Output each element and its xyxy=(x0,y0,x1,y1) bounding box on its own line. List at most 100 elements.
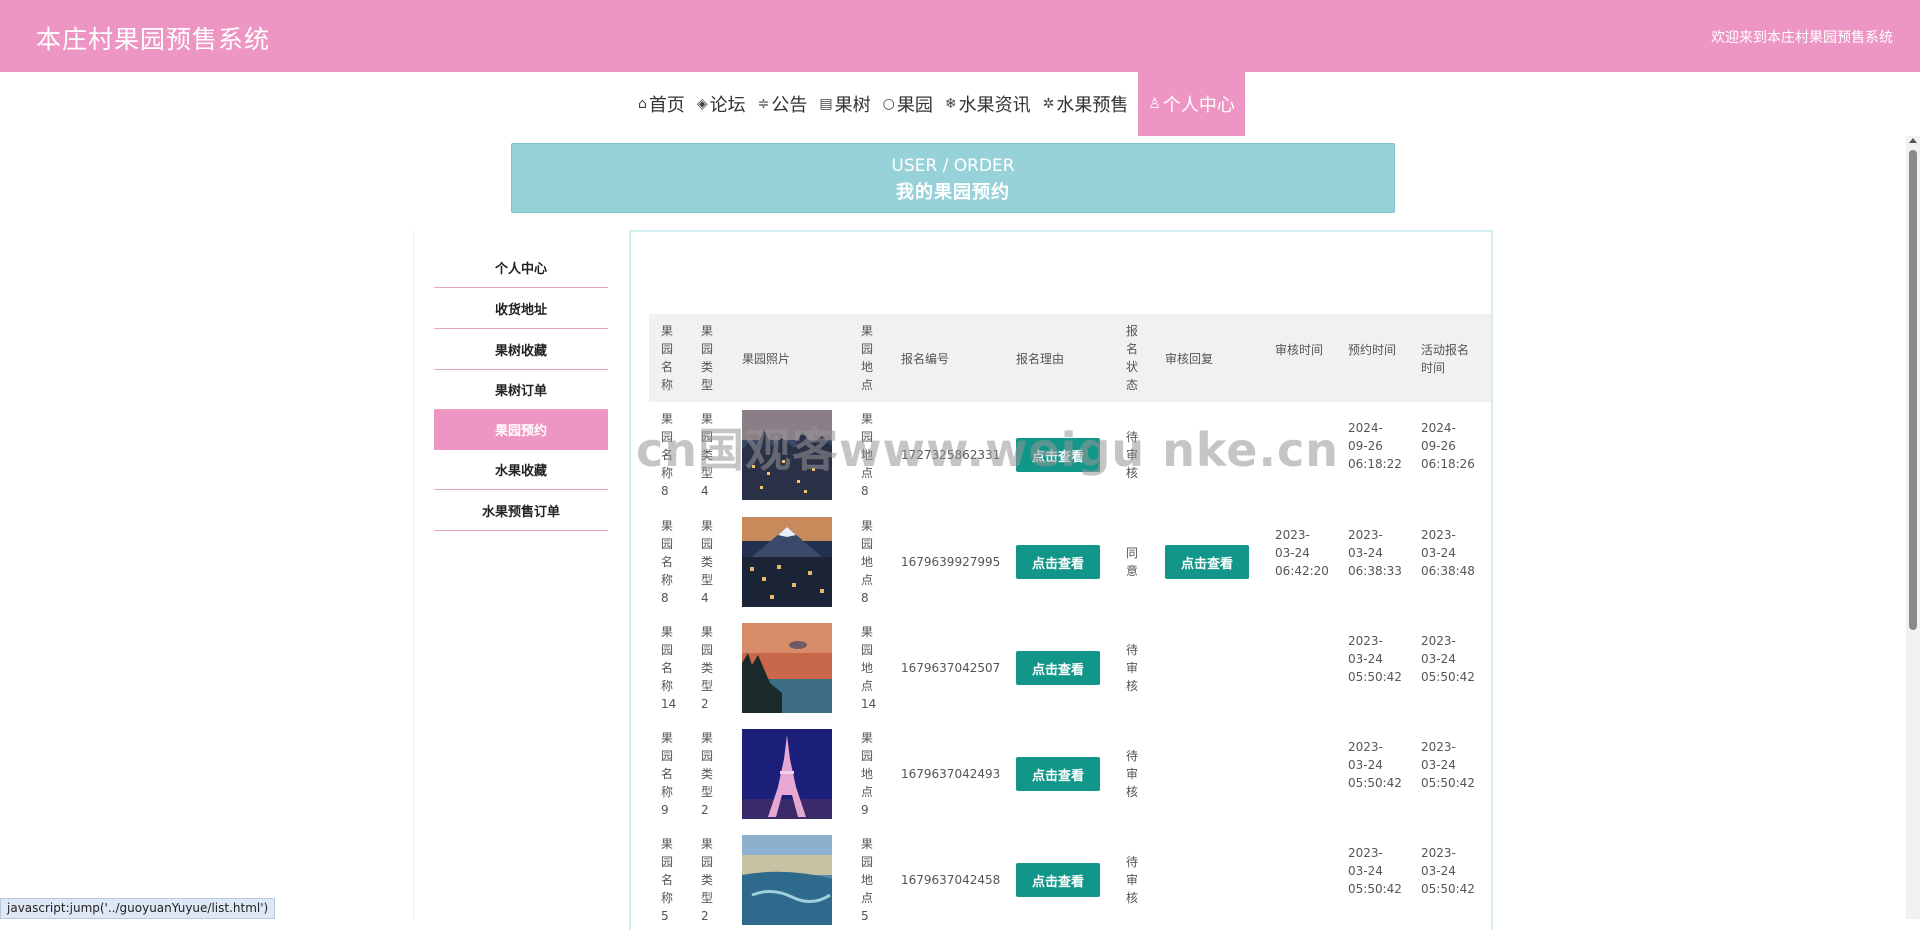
sidebar-item-2[interactable]: 果树收藏 xyxy=(434,330,608,370)
banner-en-title: USER / ORDER xyxy=(891,156,1015,176)
table-row: 果园名称9 果园类型2 果园地点9 1679637042493 待审核 2023-03-2… xyxy=(649,721,1491,827)
view-reason-button[interactable]: 点击查看 xyxy=(1016,863,1100,897)
cell-type: 果园类型2 xyxy=(701,625,714,711)
nav-item-3[interactable]: ▤ 果树 xyxy=(813,72,876,136)
column-header: 果园类型 xyxy=(701,324,714,392)
cell-type: 果园类型2 xyxy=(701,837,714,923)
sidebar-item-0[interactable]: 个人中心 xyxy=(434,248,608,288)
orchard-icon: ○ xyxy=(882,96,895,112)
cell-status: 待审核 xyxy=(1126,643,1139,693)
cell-name: 果园名称14 xyxy=(661,625,677,711)
cell-place: 果园地点14 xyxy=(861,625,877,711)
nav-label: 水果预售 xyxy=(1056,95,1129,116)
sidebar-item-5[interactable]: 水果收藏 xyxy=(434,450,608,490)
cell-type: 果园类型2 xyxy=(701,731,714,817)
nav-label: 个人中心 xyxy=(1162,95,1235,116)
nav-item-4[interactable]: ○ 果园 xyxy=(877,72,939,136)
table-row: 果园名称14 果园类型2 果园地点14 1679637042507 待审核 2023-03… xyxy=(649,615,1491,721)
notice-icon: ≑ xyxy=(757,96,770,112)
cell-act-time: 2023-03-24 05:50:42 xyxy=(1421,634,1475,684)
status-bar-url: javascript:jump('../guoyuanYuyue/list.ht… xyxy=(0,898,276,919)
sidebar-item-4[interactable]: 果园预约 xyxy=(434,410,608,450)
nav-item-1[interactable]: ◈ 论坛 xyxy=(691,72,752,136)
column-header: 果园地点 xyxy=(861,324,874,392)
scrollbar[interactable] xyxy=(1906,136,1920,919)
view-reason-button[interactable]: 点击查看 xyxy=(1016,651,1100,685)
cell-type: 果园类型4 xyxy=(701,519,714,605)
cell-book-time: 2023-03-24 05:50:42 xyxy=(1348,634,1402,684)
cell-place: 果园地点9 xyxy=(861,731,874,817)
nav-label: 公告 xyxy=(771,95,808,116)
home-icon: ⌂ xyxy=(638,96,647,112)
scroll-up-arrow[interactable] xyxy=(1909,138,1917,143)
orchard-photo xyxy=(742,835,832,925)
cell-place: 果园地点5 xyxy=(861,837,874,923)
cell-status: 待审核 xyxy=(1126,749,1139,799)
column-header: 审核回复 xyxy=(1165,352,1214,366)
content-panel: 果园名称 果园类型 果园照片 果园地点 报名编号 报名理由 报名状态 审核回复 审核时间 预约时间… xyxy=(629,230,1493,930)
watermark: cn国观客www.weigu nke.cn xyxy=(636,423,1339,477)
cell-book-time: 2023-03-24 06:38:33 xyxy=(1348,528,1402,578)
column-header: 果园照片 xyxy=(742,352,791,366)
forum-icon: ◈ xyxy=(696,96,708,112)
welcome-text: 欢迎来到本庄村果园预售系统 xyxy=(1711,30,1893,46)
page-banner: USER / ORDER 我的果园预约 xyxy=(511,143,1395,213)
cell-name: 果园名称9 xyxy=(661,731,674,817)
cell-code: 1679637042458 xyxy=(901,873,1001,887)
presale-icon: ✲ xyxy=(1042,96,1055,112)
cell-name: 果园名称8 xyxy=(661,519,674,605)
user-icon: ♙ xyxy=(1148,96,1161,112)
cell-audit-time: 2023-03-24 06:42:20 xyxy=(1275,528,1329,578)
column-header: 报名编号 xyxy=(901,352,950,366)
nav-label: 果树 xyxy=(834,95,871,116)
nav-item-7[interactable]: ♙ 个人中心 xyxy=(1138,72,1245,136)
cell-code: 1679637042493 xyxy=(901,767,1001,781)
nav-item-0[interactable]: ⌂ 首页 xyxy=(632,72,691,136)
column-header: 预约时间 xyxy=(1348,343,1397,357)
sidebar-item-3[interactable]: 果树订单 xyxy=(434,370,608,410)
cell-status: 待审核 xyxy=(1126,855,1139,905)
nav-label: 果园 xyxy=(896,95,933,116)
cell-act-time: 2024-09-26 06:18:26 xyxy=(1421,421,1475,471)
tree-icon: ▤ xyxy=(819,96,833,112)
column-header: 果园名称 xyxy=(661,324,674,392)
scroll-thumb[interactable] xyxy=(1909,150,1917,630)
column-header: 审核时间 xyxy=(1275,343,1324,357)
nav-label: 水果资讯 xyxy=(958,95,1031,116)
cell-place: 果园地点8 xyxy=(861,519,874,605)
column-header: 活动报名时间 xyxy=(1421,343,1470,375)
orchard-photo xyxy=(742,623,832,713)
news-icon: ❄ xyxy=(944,96,957,112)
view-reason-button[interactable]: 点击查看 xyxy=(1016,545,1100,579)
cell-name: 果园名称5 xyxy=(661,837,674,923)
nav-item-6[interactable]: ✲ 水果预售 xyxy=(1037,72,1135,136)
orchard-photo xyxy=(742,517,832,607)
main-nav: ⌂ 首页 ◈ 论坛 ≑ 公告 ▤ 果树 ○ 果园 ❄ 水果资讯 ✲ 水果预售 ♙ 个人中心 xyxy=(632,72,1245,136)
cell-book-time: 2024-09-26 06:18:22 xyxy=(1348,421,1402,471)
cell-act-time: 2023-03-24 06:38:48 xyxy=(1421,528,1475,578)
table-header: 果园名称 果园类型 果园照片 果园地点 报名编号 报名理由 报名状态 审核回复 审核时间 预约时间… xyxy=(649,314,1491,402)
nav-item-5[interactable]: ❄ 水果资讯 xyxy=(939,72,1037,136)
cell-code: 1679639927995 xyxy=(901,555,1001,569)
cell-book-time: 2023-03-24 05:50:42 xyxy=(1348,740,1402,790)
top-header: 本庄村果园预售系统 欢迎来到本庄村果园预售系统 xyxy=(0,0,1920,72)
cell-status: 同意 xyxy=(1126,546,1139,578)
sidebar: 个人中心 收货地址 果树收藏 果树订单 果园预约 水果收藏 水果预售订单 xyxy=(413,230,628,919)
nav-label: 首页 xyxy=(648,95,685,116)
table-row: 果园名称8 果园类型4 果园地点8 1679639927995 同意 2023-03-24… xyxy=(649,509,1491,615)
sidebar-item-1[interactable]: 收货地址 xyxy=(434,289,608,329)
cell-code: 1679637042507 xyxy=(901,661,1001,675)
column-header: 报名状态 xyxy=(1126,324,1139,392)
view-reply-button[interactable]: 点击查看 xyxy=(1165,545,1249,579)
sidebar-item-6[interactable]: 水果预售订单 xyxy=(434,491,608,531)
nav-item-2[interactable]: ≑ 公告 xyxy=(752,72,814,136)
banner-zh-title: 我的果园预约 xyxy=(896,182,1010,203)
cell-book-time: 2023-03-24 05:50:42 xyxy=(1348,846,1402,896)
nav-label: 论坛 xyxy=(709,95,746,116)
orchard-photo xyxy=(742,729,832,819)
column-header: 报名理由 xyxy=(1016,352,1065,366)
table-row: 果园名称5 果园类型2 果园地点5 1679637042458 待审核 2023-03-2… xyxy=(649,827,1491,933)
cell-act-time: 2023-03-24 05:50:42 xyxy=(1421,846,1475,896)
view-reason-button[interactable]: 点击查看 xyxy=(1016,757,1100,791)
cell-act-time: 2023-03-24 05:50:42 xyxy=(1421,740,1475,790)
